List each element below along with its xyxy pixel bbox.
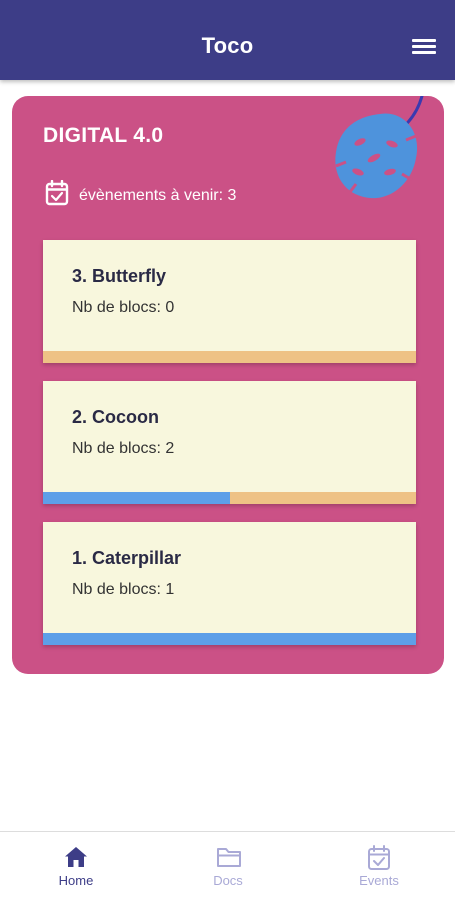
app-title: Toco: [201, 33, 254, 58]
phase-name: 3. Butterfly: [72, 266, 167, 286]
phase-progress-bar: [43, 351, 416, 363]
nav-home[interactable]: Home: [0, 832, 152, 901]
home-icon: [65, 847, 87, 867]
nav-docs-label: Docs: [213, 873, 243, 888]
nav-events-label: Events: [359, 873, 399, 888]
phase-card-cocoon[interactable]: 2. Cocoon Nb de blocs: 2: [43, 381, 416, 504]
calendar-check-icon: [368, 845, 390, 870]
phase-name: 1. Caterpillar: [72, 548, 182, 568]
monstera-leaf-icon: [335, 96, 424, 199]
phase-progress-bar: [43, 492, 416, 504]
nav-events[interactable]: Events: [303, 832, 455, 901]
phase-block-count: Nb de blocs: 1: [72, 581, 175, 598]
app-header: Toco: [0, 0, 455, 80]
phase-progress-fill: [43, 633, 416, 645]
phase-block-count: Nb de blocs: 0: [72, 299, 175, 316]
group-title: DIGITAL 4.0: [43, 124, 164, 147]
hamburger-menu-icon[interactable]: [412, 37, 436, 57]
bottom-navigation: Home Docs Events: [0, 831, 455, 901]
phase-card-caterpillar[interactable]: 1. Caterpillar Nb de blocs: 1: [43, 522, 416, 645]
phase-progress-bar: [43, 633, 416, 645]
nav-home-label: Home: [58, 873, 94, 888]
phase-progress-fill: [43, 492, 230, 504]
phase-block-count: Nb de blocs: 2: [72, 440, 175, 457]
phase-card-butterfly[interactable]: 3. Butterfly Nb de blocs: 0: [43, 240, 416, 363]
phase-name: 2. Cocoon: [72, 407, 160, 427]
group-card[interactable]: DIGITAL 4.0 évènements à venir: 3 3. But…: [12, 96, 444, 674]
nav-docs[interactable]: Docs: [152, 832, 304, 901]
calendar-check-icon: [45, 180, 69, 206]
upcoming-events-label: évènements à venir: 3: [79, 187, 237, 204]
folder-icon: [217, 848, 241, 867]
